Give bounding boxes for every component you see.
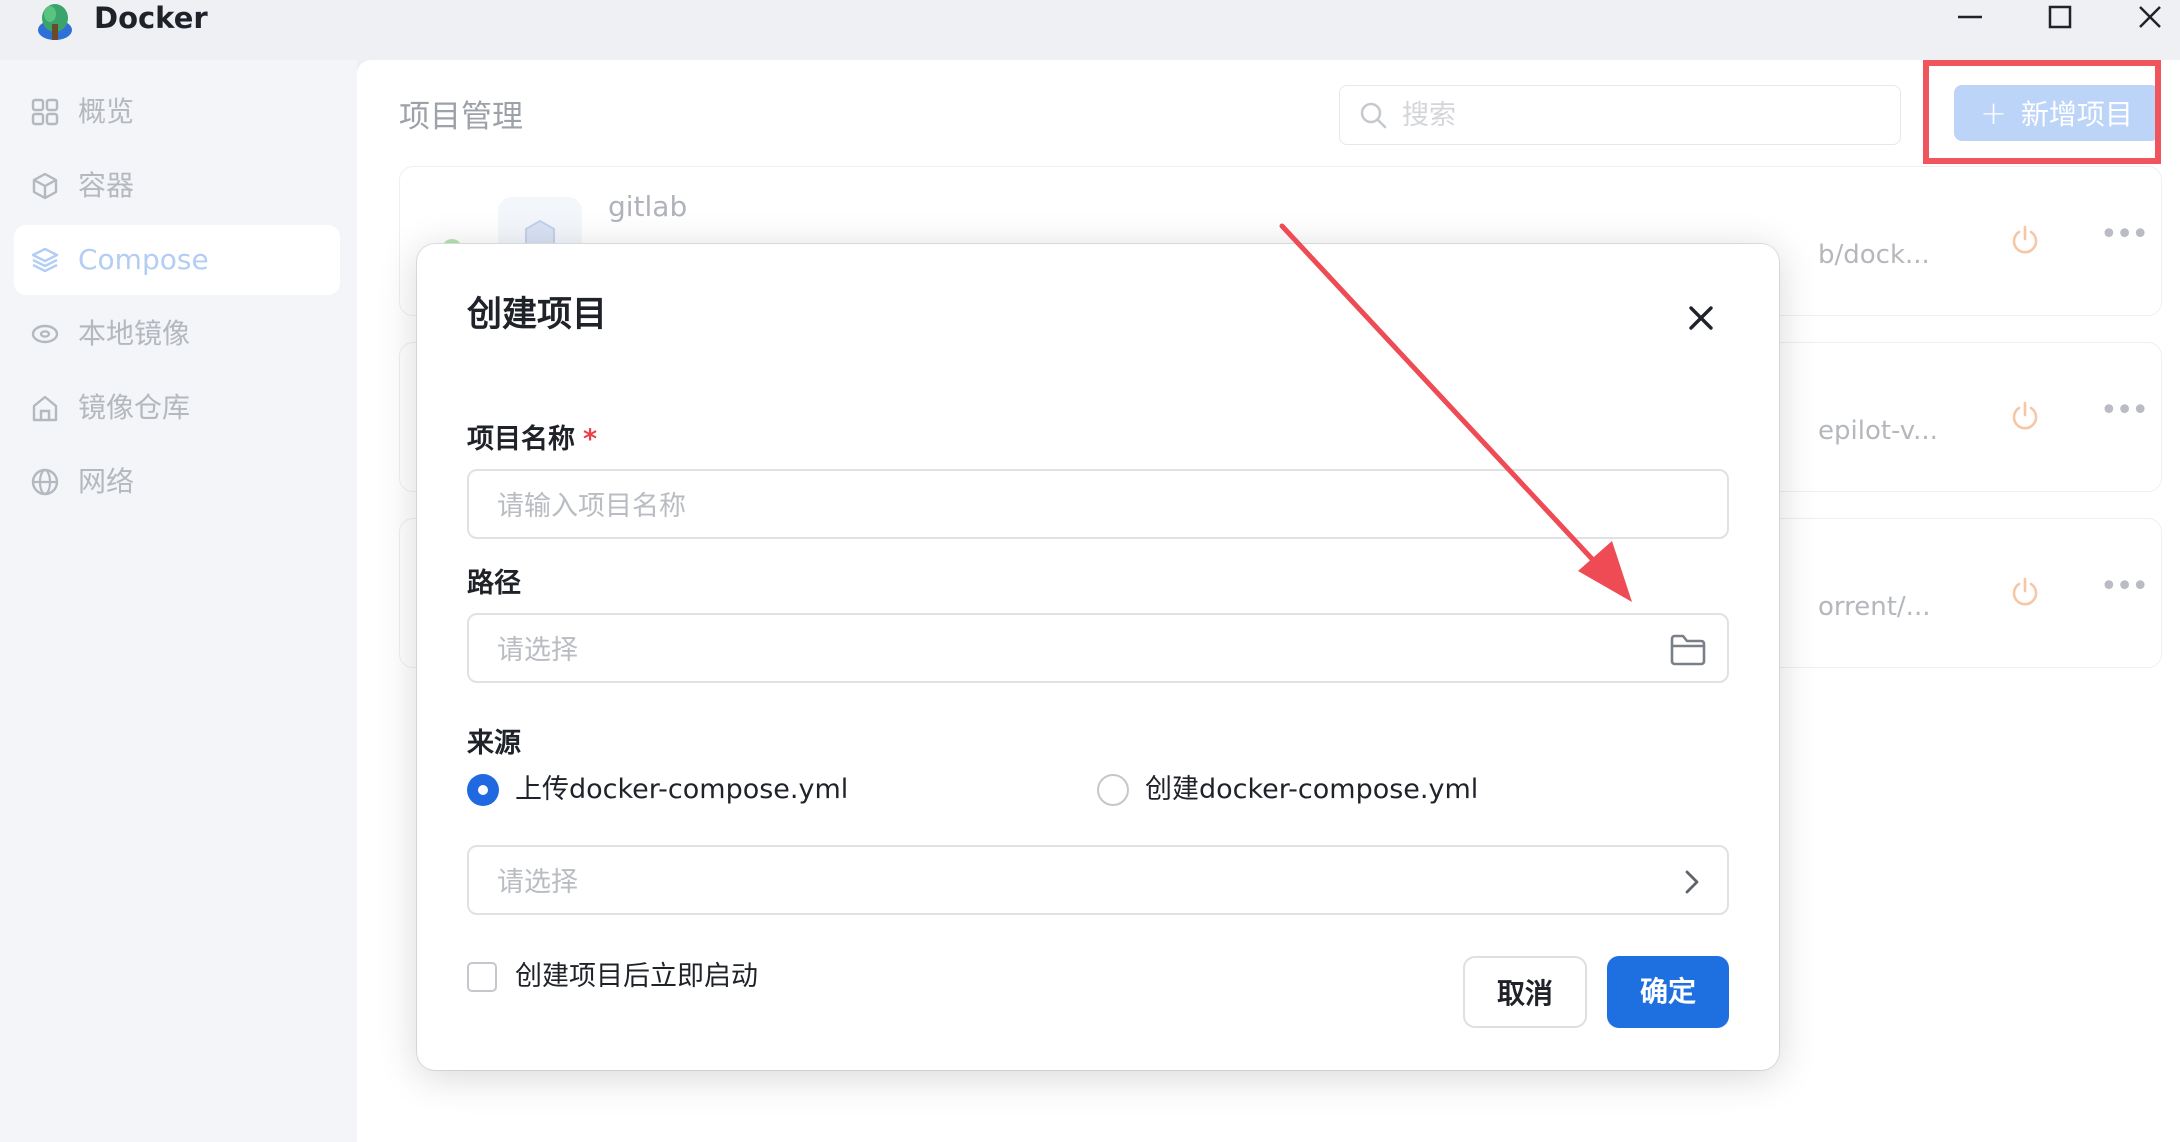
- docker-app: Docker 概览 容器 Compose 本地镜像 镜像仓库 网络 项目管理 搜…: [0, 0, 2180, 1142]
- dialog-title: 创建项目: [467, 295, 608, 335]
- radio-label: 创建docker-compose.yml: [1145, 774, 1479, 805]
- path-input[interactable]: [495, 629, 1649, 671]
- sidebar-item-network[interactable]: 网络: [14, 447, 340, 517]
- search-box[interactable]: [1339, 85, 1901, 145]
- required-mark: *: [583, 424, 598, 455]
- search-icon: [1360, 102, 1387, 129]
- project-path: b/dock...: [1818, 240, 1930, 270]
- more-icon[interactable]: •••: [2100, 393, 2149, 428]
- folder-icon[interactable]: [1669, 633, 1707, 667]
- sidebar-item-overview[interactable]: 概览: [14, 77, 340, 147]
- grid-icon: [31, 98, 59, 126]
- path-field[interactable]: [467, 613, 1729, 683]
- radio-label: 上传docker-compose.yml: [515, 774, 849, 805]
- sidebar-item-label: 本地镜像: [78, 317, 191, 350]
- sidebar-item-label: 概览: [78, 95, 135, 128]
- app-title: Docker: [94, 1, 208, 35]
- compose-file-select[interactable]: [467, 845, 1729, 915]
- maximize-icon: [2048, 5, 2072, 29]
- sidebar: 概览 容器 Compose 本地镜像 镜像仓库 网络: [0, 60, 357, 1142]
- minimize-icon: [1958, 15, 1982, 19]
- disk-icon: [31, 324, 59, 344]
- sidebar-item-compose[interactable]: Compose: [14, 225, 340, 295]
- layers-icon: [31, 247, 59, 273]
- annotation-highlight-box: [1923, 60, 2161, 164]
- power-icon[interactable]: [2010, 575, 2040, 609]
- sidebar-item-local-images[interactable]: 本地镜像: [14, 299, 340, 369]
- source-label: 来源: [467, 728, 521, 759]
- path-label: 路径: [467, 568, 521, 599]
- globe-icon: [31, 468, 59, 496]
- sidebar-item-label: 网络: [78, 465, 135, 498]
- project-name-input[interactable]: [495, 485, 1649, 527]
- project-path: epilot-v...: [1818, 416, 1938, 446]
- cancel-button[interactable]: 取消: [1463, 956, 1587, 1028]
- sidebar-item-label: Compose: [78, 243, 209, 276]
- radio-create-compose[interactable]: 创建docker-compose.yml: [1097, 770, 1517, 810]
- close-icon: [2139, 6, 2161, 28]
- radio-unchecked-icon: [1097, 774, 1129, 806]
- close-window-button[interactable]: [2120, 0, 2180, 36]
- sidebar-item-label: 容器: [78, 169, 135, 202]
- project-path: orrent/...: [1818, 592, 1931, 622]
- more-icon[interactable]: •••: [2100, 217, 2149, 252]
- page-title: 项目管理: [399, 99, 523, 135]
- create-project-dialog: 创建项目 项目名称 * 路径 来源 上传docker-compose.yml: [417, 244, 1779, 1070]
- sidebar-item-label: 镜像仓库: [78, 391, 191, 424]
- sidebar-item-registry[interactable]: 镜像仓库: [14, 373, 340, 443]
- radio-checked-icon: [467, 774, 499, 806]
- title-bar: Docker: [0, 0, 2180, 60]
- home-icon: [32, 395, 58, 422]
- compose-file-input[interactable]: [495, 861, 1649, 903]
- more-icon[interactable]: •••: [2100, 569, 2149, 604]
- project-name-field[interactable]: [467, 469, 1729, 539]
- close-icon[interactable]: [1685, 302, 1717, 334]
- checkbox-label: 创建项目后立即启动: [515, 961, 758, 992]
- sidebar-item-containers[interactable]: 容器: [14, 151, 340, 221]
- chevron-right-icon: [1685, 870, 1699, 894]
- radio-upload-compose[interactable]: 上传docker-compose.yml: [467, 770, 887, 810]
- project-name-label: 项目名称 *: [467, 420, 597, 460]
- project-name: gitlab: [608, 190, 688, 223]
- confirm-button[interactable]: 确定: [1607, 956, 1729, 1028]
- checkbox-box[interactable]: [467, 962, 497, 992]
- minimize-button[interactable]: [1940, 0, 2000, 36]
- search-input[interactable]: [1400, 94, 1884, 136]
- docker-logo-icon: [38, 4, 72, 40]
- power-icon[interactable]: [2010, 399, 2040, 433]
- cube-icon: [32, 172, 58, 200]
- power-icon[interactable]: [2010, 223, 2040, 257]
- project-name-label-text: 项目名称: [467, 424, 575, 455]
- maximize-button[interactable]: [2030, 0, 2090, 36]
